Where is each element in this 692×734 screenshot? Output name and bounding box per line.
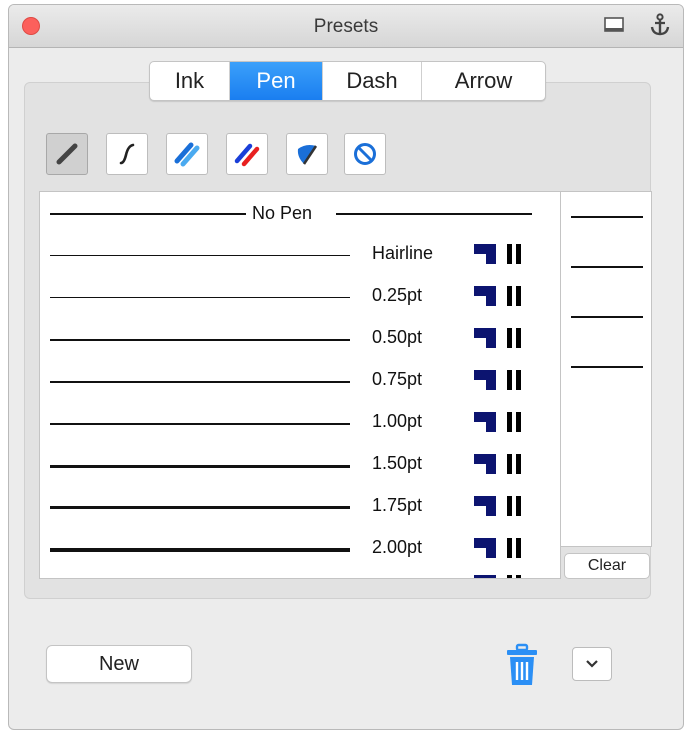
recent-pen-line[interactable] (571, 266, 643, 268)
pen-swatch-icon (474, 572, 530, 578)
pen-line-preview (50, 381, 350, 383)
trash-icon[interactable] (504, 643, 540, 692)
tab-bar: Ink Pen Dash Arrow (149, 61, 546, 101)
blue-shape-button[interactable] (286, 133, 328, 175)
no-pen-icon (354, 143, 376, 165)
pen-swatch-icon (474, 283, 530, 312)
pen-line-preview (50, 423, 350, 425)
no-pen-label[interactable]: No Pen (252, 203, 312, 224)
red-blue-stroke-button[interactable] (226, 133, 268, 175)
pen-row-partial[interactable] (40, 572, 560, 578)
curve-tool-icon (119, 143, 135, 165)
pen-line-preview (50, 297, 350, 298)
blue-double-stroke-icon (174, 142, 200, 167)
no-pen-line-left (50, 213, 246, 215)
blue-shape-icon (297, 145, 318, 165)
pen-swatch-icon (474, 409, 530, 438)
pen-label: 1.00pt (372, 411, 423, 431)
new-button[interactable]: New (46, 645, 192, 683)
no-pen-button[interactable] (344, 133, 386, 175)
pen-swatch-icon (474, 325, 530, 354)
pen-row-1-75pt[interactable]: 1.75pt (40, 488, 560, 530)
window-title: Presets (313, 16, 379, 37)
pen-swatch-icon (474, 535, 530, 564)
pen-row-1-50pt[interactable]: 1.50pt (40, 446, 560, 488)
tab-ink[interactable]: Ink (150, 62, 230, 100)
pen-label: 0.25pt (372, 285, 423, 305)
pen-swatch-icon (474, 451, 530, 480)
recent-pen-line[interactable] (571, 366, 643, 368)
pen-line-preview (50, 506, 350, 509)
pen-label: 0.50pt (372, 327, 423, 347)
panel-icon[interactable] (603, 15, 625, 40)
recent-pen-line[interactable] (571, 316, 643, 318)
chevron-down-icon (586, 660, 598, 668)
clear-button[interactable]: Clear (564, 553, 650, 579)
pen-swatch-icon (474, 241, 530, 270)
pen-preset-list[interactable]: No Pen Hairline 0.25pt 0.50pt 0.75pt 1.0… (39, 191, 561, 579)
pen-label: 0.75pt (372, 369, 423, 389)
pen-line-preview (50, 339, 350, 341)
curve-tool-button[interactable] (106, 133, 148, 175)
title-bar: Presets (9, 5, 683, 48)
red-blue-stroke-icon (234, 143, 260, 167)
pen-swatch-icon (474, 367, 530, 396)
pen-tool-icon (56, 143, 78, 165)
tab-pen[interactable]: Pen (230, 62, 323, 100)
blue-double-stroke-button[interactable] (166, 133, 208, 175)
pen-row-1-00pt[interactable]: 1.00pt (40, 404, 560, 446)
tab-arrow[interactable]: Arrow (422, 62, 545, 100)
options-menu-button[interactable] (572, 647, 612, 681)
pen-label: 1.75pt (372, 495, 423, 515)
pen-label: 2.00pt (372, 537, 423, 557)
recent-pen-line[interactable] (571, 216, 643, 218)
pen-label: 1.50pt (372, 453, 423, 473)
pen-tool-button[interactable] (46, 133, 88, 175)
anchor-icon[interactable] (649, 13, 671, 42)
tab-dash[interactable]: Dash (323, 62, 422, 100)
no-pen-line-right (336, 213, 532, 215)
pen-row-0-50pt[interactable]: 0.50pt (40, 320, 560, 362)
pen-row-0-75pt[interactable]: 0.75pt (40, 362, 560, 404)
pen-row-hairline[interactable]: Hairline (40, 236, 560, 278)
recent-pens-panel[interactable] (560, 191, 652, 547)
pen-row-0-25pt[interactable]: 0.25pt (40, 278, 560, 320)
pen-line-preview (50, 548, 350, 552)
pen-line-preview (50, 465, 350, 468)
pen-line-preview (50, 255, 350, 256)
pen-label: Hairline (372, 243, 434, 263)
pen-row-2-00pt[interactable]: 2.00pt (40, 530, 560, 572)
pen-swatch-icon (474, 493, 530, 522)
